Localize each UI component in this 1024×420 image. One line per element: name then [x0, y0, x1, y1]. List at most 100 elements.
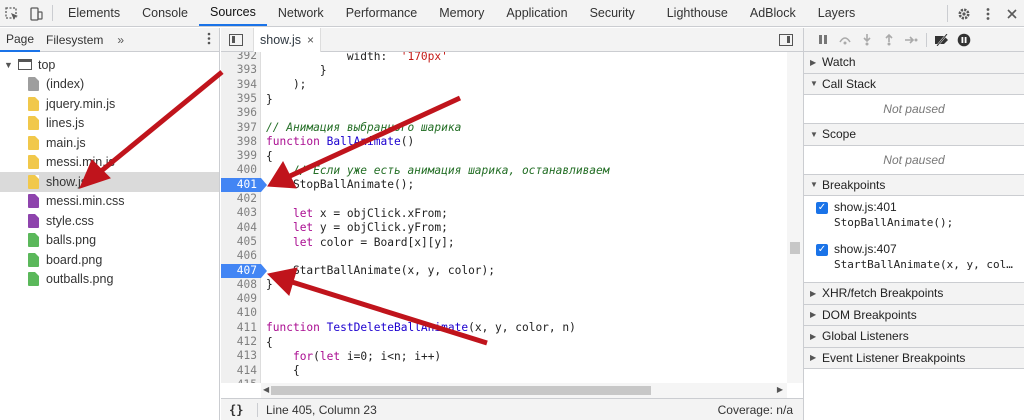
tab-network[interactable]: Network	[267, 0, 335, 26]
tab-memory[interactable]: Memory	[428, 0, 495, 26]
code-line[interactable]: 404 let y = objClick.yFrom;	[221, 221, 803, 235]
inspect-element-icon[interactable]	[0, 0, 24, 27]
scope-section-header[interactable]: ▼ Scope	[804, 124, 1024, 146]
code-line[interactable]: 411 function TestDeleteBallAnimate(x, y, …	[221, 321, 803, 335]
line-number[interactable]: 406	[221, 249, 261, 263]
code-line[interactable]: 409	[221, 292, 803, 306]
line-number[interactable]: 399	[221, 149, 261, 163]
step-icon[interactable]	[900, 30, 922, 50]
vertical-scroll-thumb[interactable]	[790, 242, 800, 254]
code-line[interactable]: 397 // Анимация выбранного шарика	[221, 121, 803, 135]
close-tab-icon[interactable]: ×	[307, 33, 314, 47]
file-item[interactable]: style.css	[0, 211, 219, 231]
scroll-left-icon[interactable]: ◀	[263, 385, 269, 394]
toggle-navigator-icon[interactable]	[229, 33, 243, 46]
code-line[interactable]: 395}	[221, 92, 803, 106]
tab-application[interactable]: Application	[495, 0, 578, 26]
pause-resume-icon[interactable]	[812, 30, 834, 50]
device-toolbar-icon[interactable]	[24, 0, 48, 27]
file-item[interactable]: main.js	[0, 133, 219, 153]
pause-on-exceptions-icon[interactable]	[953, 30, 975, 50]
navigator-menu-icon[interactable]	[207, 32, 211, 48]
more-tabs-icon[interactable]: »	[117, 33, 124, 47]
tab-page[interactable]: Page	[0, 28, 41, 52]
line-number[interactable]: 395	[221, 92, 261, 106]
code-line[interactable]: 414 {	[221, 364, 803, 378]
step-out-icon[interactable]	[878, 30, 900, 50]
tab-sources[interactable]: Sources	[198, 0, 267, 26]
line-number[interactable]: 415	[221, 378, 261, 383]
watch-section-header[interactable]: ▶ Watch	[804, 52, 1024, 74]
code-line[interactable]: 405 let color = Board[x][y];	[221, 235, 803, 249]
code-line[interactable]: 400 // Если уже есть анимация шарика, ос…	[221, 163, 803, 177]
line-number[interactable]: 414	[221, 364, 261, 378]
file-item[interactable]: (index)	[0, 75, 219, 95]
code-line[interactable]: 403 let x = objClick.xFrom;	[221, 206, 803, 220]
file-tab-show-js[interactable]: show.js ×	[253, 27, 322, 52]
code-line[interactable]: 407 StartBallAnimate(x, y, color);	[221, 263, 803, 278]
breakpoint-marker[interactable]: 401	[221, 177, 267, 192]
breakpoints-section-header[interactable]: ▼ Breakpoints	[804, 174, 1024, 196]
code-line[interactable]: 398 function BallAnimate()	[221, 135, 803, 149]
step-over-icon[interactable]	[834, 30, 856, 50]
event-listener-breakpoints-section-header[interactable]: ▶ Event Listener Breakpoints	[804, 347, 1024, 369]
tab-security[interactable]: Security	[579, 0, 646, 26]
horizontal-scrollbar[interactable]: ◀ ▶	[261, 383, 787, 398]
line-number[interactable]: 392	[221, 52, 261, 63]
step-into-icon[interactable]	[856, 30, 878, 50]
more-options-icon[interactable]	[976, 0, 1000, 27]
line-number[interactable]: 394	[221, 78, 261, 92]
code-line[interactable]: 393 }	[221, 63, 803, 77]
code-line[interactable]: 392 width: '170px'	[221, 52, 803, 63]
tab-console[interactable]: Console	[131, 0, 199, 26]
vertical-scrollbar[interactable]	[787, 52, 803, 383]
line-number[interactable]: 411	[221, 321, 261, 335]
scroll-right-icon[interactable]: ▶	[777, 385, 783, 394]
code-line[interactable]: 413 for(let i=0; i<n; i++)	[221, 349, 803, 363]
file-item[interactable]: balls.png	[0, 231, 219, 251]
code-line[interactable]: 408}	[221, 278, 803, 292]
code-line[interactable]: 401 StopBallAnimate();	[221, 177, 803, 192]
code-line[interactable]: 410	[221, 306, 803, 320]
global-listeners-section-header[interactable]: ▶ Global Listeners	[804, 326, 1024, 348]
horizontal-scroll-thumb[interactable]	[271, 386, 651, 395]
pretty-print-button[interactable]: {}	[229, 403, 249, 417]
tab-lighthouse[interactable]: Lighthouse	[656, 0, 739, 26]
line-number[interactable]: 408	[221, 278, 261, 292]
breakpoint-item[interactable]: ✓ show.js:407 StartBallAnimate(x, y, color…	[804, 238, 1024, 280]
tab-adblock[interactable]: AdBlock	[739, 0, 807, 26]
tab-filesystem[interactable]: Filesystem	[40, 28, 109, 52]
code-line[interactable]: 406	[221, 249, 803, 263]
breakpoint-marker[interactable]: 407	[221, 263, 267, 278]
line-number[interactable]: 403	[221, 206, 261, 220]
tree-root-top[interactable]: ▼ top	[0, 55, 219, 75]
line-number[interactable]: 396	[221, 106, 261, 120]
line-number[interactable]: 410	[221, 306, 261, 320]
file-item[interactable]: show.js	[0, 172, 219, 192]
code-line[interactable]: 402	[221, 192, 803, 206]
code-line[interactable]: 412 {	[221, 335, 803, 349]
code-line[interactable]: 396	[221, 106, 803, 120]
dom-breakpoints-section-header[interactable]: ▶ DOM Breakpoints	[804, 304, 1024, 326]
breakpoint-checkbox[interactable]: ✓	[816, 244, 828, 256]
expand-triangle-icon[interactable]: ▼	[4, 60, 14, 70]
breakpoint-item[interactable]: ✓ show.js:401 StopBallAnimate();	[804, 196, 1024, 238]
line-number[interactable]: 412	[221, 335, 261, 349]
file-item[interactable]: messi.min.css	[0, 192, 219, 212]
line-number[interactable]: 393	[221, 63, 261, 77]
line-number[interactable]: 405	[221, 235, 261, 249]
file-item[interactable]: outballs.png	[0, 270, 219, 290]
line-number[interactable]: 413	[221, 349, 261, 363]
deactivate-breakpoints-icon[interactable]	[931, 30, 953, 50]
code-area[interactable]: 392 width: '170px' 393 } 394 ); 395} 396 397/…	[221, 52, 803, 383]
toggle-debugger-icon[interactable]	[779, 34, 793, 46]
line-number[interactable]: 400	[221, 163, 261, 177]
code-line[interactable]: 399 {	[221, 149, 803, 163]
close-devtools-icon[interactable]	[1000, 0, 1024, 27]
xhr-breakpoints-section-header[interactable]: ▶ XHR/fetch Breakpoints	[804, 283, 1024, 305]
file-item[interactable]: board.png	[0, 250, 219, 270]
file-item[interactable]: lines.js	[0, 114, 219, 134]
line-number[interactable]: 404	[221, 221, 261, 235]
breakpoint-checkbox[interactable]: ✓	[816, 202, 828, 214]
file-item[interactable]: jquery.min.js	[0, 94, 219, 114]
